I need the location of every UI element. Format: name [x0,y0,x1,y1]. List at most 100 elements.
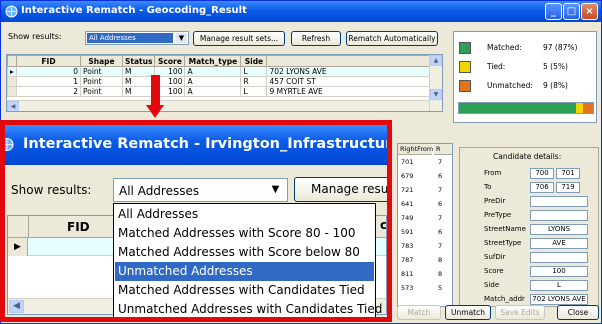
unmatched-segment [583,103,593,113]
globe-app-icon [5,138,14,151]
match-statistics-panel: Matched: 97 (87%) Tied: 5 (5%) Unmatched… [453,31,597,123]
candidate-right-from-cell: 787 [401,256,414,264]
col-header-status[interactable]: Status [121,55,156,67]
cell-address: 457 COIT ST [266,76,436,87]
matched-label: Matched: [487,43,522,52]
cell-address: 702 LYONS AVE [266,66,436,77]
candidate-right-from-cell: 783 [401,242,414,250]
inset-show-results-value: All Addresses [119,184,200,198]
chevron-down-icon[interactable]: ▼ [268,182,283,198]
candidate-field-value: 700 [530,168,554,179]
zoomed-inset: Interactive Rematch - Irvington_Infrastr… [0,120,392,322]
candidate-field-label: Side [484,281,500,289]
close-window-button[interactable]: × [581,3,598,20]
candidate-field-value [530,252,588,263]
candidate-r-cell: 7 [438,158,443,166]
candidate-right-from-cell: 721 [401,186,414,194]
scroll-left-icon[interactable]: ◀ [9,300,24,313]
cell-match-type: A [184,86,242,97]
inset-col-header-fid[interactable]: FID [67,220,90,234]
col-header-address[interactable] [266,55,436,67]
show-results-value: All Addresses [87,33,173,43]
save-edits-button[interactable]: Save Edits [495,305,545,320]
candidate-field-label: StreetName [484,225,526,233]
candidate-r-cell: 8 [438,256,443,264]
cell-side: L [240,86,268,97]
candidate-r-cell: 6 [438,172,443,180]
candidate-r-cell: 8 [438,270,443,278]
results-vertical-scrollbar[interactable]: ▲ ▼ [429,55,442,111]
cell-fid: 1 [16,76,81,87]
candidate-field-value: LYONS [530,224,588,235]
close-button[interactable]: Close [557,305,599,320]
match-progress-bar [458,102,594,114]
maximize-button[interactable]: □ [563,3,580,20]
scroll-up-icon[interactable]: ▲ [430,55,442,66]
dropdown-option[interactable]: Unmatched Addresses with Candidates Tied [115,300,382,317]
table-row[interactable]: ▸ 0 Point M 100 A L 702 LYONS AVE [7,66,436,77]
unmatched-color-swatch [459,80,471,92]
candidate-right-from-cell: 641 [401,200,414,208]
candidates-table[interactable]: RightFrom R 701 7 679 6 721 7 641 6 749 7 591 6 783 7… [397,143,453,307]
candidate-right-from-cell: 811 [401,270,414,278]
col-header-right-from[interactable]: RightFrom [398,144,433,155]
cell-address: 9 MYRTLE AVE [266,86,436,97]
minimize-button[interactable]: _ [545,3,562,20]
table-row[interactable]: 1 Point M 100 A R 457 COIT ST [7,76,436,87]
scroll-down-icon[interactable]: ▼ [430,89,442,100]
refresh-button[interactable]: Refresh [291,31,341,46]
dropdown-option[interactable]: Unmatched Addresses [115,262,374,281]
dropdown-option[interactable]: Matched Addresses with Candidates Tied [115,281,374,300]
candidate-field-value: AVE [530,238,588,249]
table-row[interactable]: 2 Point M 100 A L 9 MYRTLE AVE [7,86,436,97]
candidate-field-value: 719 [556,182,580,193]
cell-fid: 0 [16,66,81,77]
results-header-row: FID Shape Status Score Match_type Side [7,55,436,67]
show-results-combo[interactable]: All Addresses ▼ [85,31,189,45]
matched-color-swatch [459,42,471,54]
callout-arrow-head [146,105,164,118]
candidate-right-from-cell: 591 [401,228,414,236]
unmatch-button[interactable]: Unmatch [445,305,491,320]
candidate-r-cell: 7 [438,186,443,194]
candidate-r-cell: 7 [438,242,443,250]
inset-col-header-fragment: ch [380,218,387,232]
candidate-details-panel: Candidate details: From 700 701 To 706 719 Pre… [459,147,599,307]
candidate-r-cell: 7 [438,214,443,222]
scroll-left-icon[interactable]: ◀ [7,101,19,111]
unmatched-value: 9 (8%) [543,81,568,90]
match-button[interactable]: Match [397,305,441,320]
tied-segment [576,103,583,113]
col-header-r[interactable]: R [434,144,452,155]
col-header-match-type[interactable]: Match_type [184,55,242,67]
results-horizontal-scrollbar[interactable]: ◀ [7,100,429,111]
window-title: Interactive Rematch - Geocoding_Result [21,5,247,16]
dropdown-option[interactable]: Matched Addresses with Score below 80 [115,243,374,262]
results-table[interactable]: FID Shape Status Score Match_type Side ▸… [6,54,443,112]
col-header-score[interactable]: Score [154,55,186,67]
candidate-r-cell: 6 [438,200,443,208]
rematch-automatically-button[interactable]: Rematch Automatically [346,31,438,46]
candidate-right-from-cell: 573 [401,284,414,292]
candidate-field-value: 701 [556,168,580,179]
candidate-field-value [530,210,588,221]
candidate-field-label: To [484,183,492,191]
cell-shape: Point [80,86,123,97]
column-divider [28,216,29,238]
row-selector-header [7,55,17,67]
col-header-fid[interactable]: FID [16,55,81,67]
chevron-down-icon[interactable]: ▼ [176,33,187,43]
col-header-shape[interactable]: Shape [80,55,123,67]
col-header-side[interactable]: Side [240,55,268,67]
candidate-details-title: Candidate details: [490,152,565,161]
dropdown-option[interactable]: All Addresses [115,205,374,224]
title-bar: Interactive Rematch - Geocoding_Result _… [1,1,601,22]
manage-result-sets-button[interactable]: Manage result sets... [193,31,285,46]
candidate-field-value: 702 LYONS AVE [530,294,588,305]
row-selector [7,76,17,87]
show-results-dropdown-list[interactable]: All Addresses Matched Addresses with Scor… [113,203,382,317]
inset-show-results-combo[interactable]: All Addresses ▼ [113,178,288,202]
inset-manage-results-button[interactable]: Manage resul [294,177,387,202]
dropdown-option[interactable]: Matched Addresses with Score 80 - 100 [115,224,374,243]
candidate-field-value: L [530,280,588,291]
